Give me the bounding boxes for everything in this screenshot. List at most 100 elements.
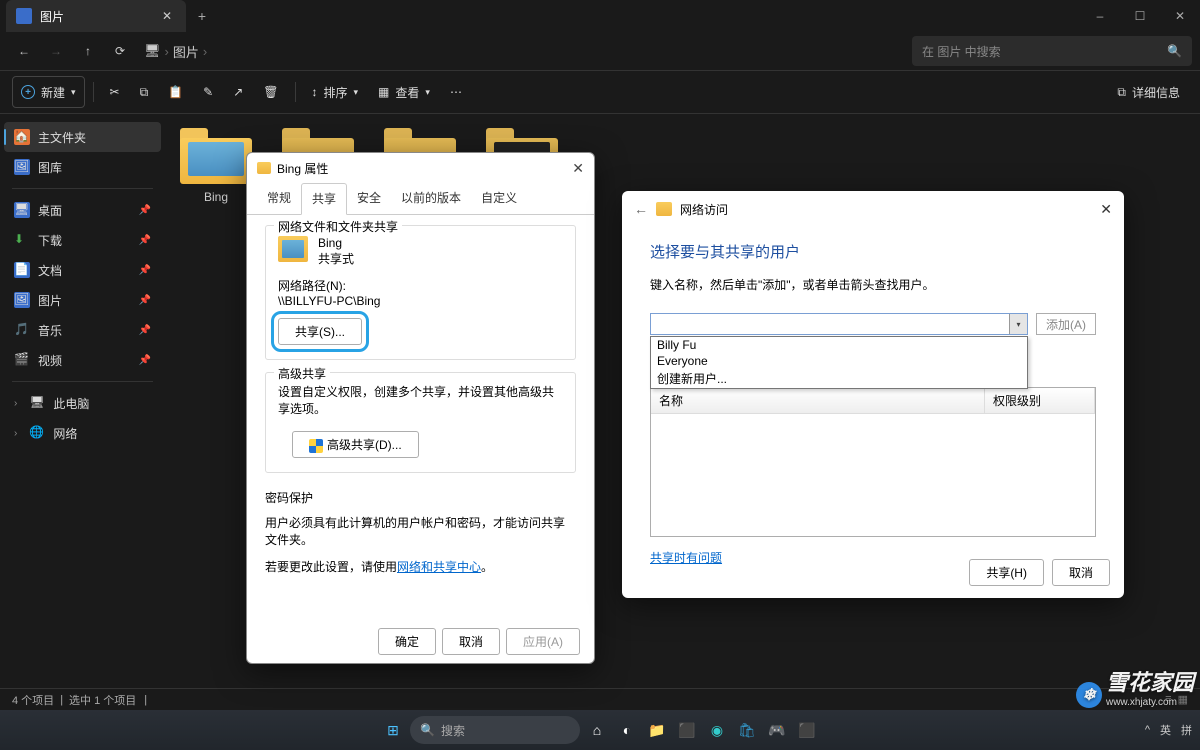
folder-state: 共享式 [318, 250, 354, 267]
cut-button[interactable]: ✂ [102, 76, 128, 108]
cancel-button[interactable]: 取消 [1052, 559, 1110, 586]
dialog-title: Bing 属性 [277, 160, 328, 177]
sort-button[interactable]: ↕排序▾ [304, 76, 367, 108]
path-label: 网络路径(N): [278, 277, 563, 294]
watermark-url: www.xhjaty.com [1106, 697, 1194, 708]
store-button[interactable]: 🛍 [734, 717, 760, 743]
dropdown-option[interactable]: 创建新用户... [651, 369, 1027, 388]
new-tab-button[interactable]: + [186, 8, 218, 24]
delete-button[interactable]: 🗑 [255, 76, 286, 108]
sidebar-label: 主文件夹 [38, 129, 86, 146]
breadcrumb-item[interactable]: 图片 [173, 42, 199, 61]
dialog-title: 网络访问 [680, 201, 728, 218]
dialog-titlebar[interactable]: Bing 属性 ✕ [247, 153, 594, 183]
view-button[interactable]: ▦查看▾ [370, 76, 438, 108]
minimize-button[interactable]: – [1080, 0, 1120, 32]
ime-indicator[interactable]: 拼 [1181, 722, 1192, 738]
start-button[interactable]: ⊞ [380, 717, 406, 743]
help-link[interactable]: 共享时有问题 [650, 551, 722, 565]
status-count: 4 个项目 [12, 692, 54, 708]
tab-previous[interactable]: 以前的版本 [391, 183, 471, 214]
section-text: 设置自定义权限，创建多个共享，并设置其他高级共享选项。 [278, 383, 563, 417]
column-permission[interactable]: 权限级别 [985, 388, 1095, 413]
explorer-button[interactable]: 📁 [644, 717, 670, 743]
sidebar-item-downloads[interactable]: ⬇下载📌 [4, 225, 161, 255]
tab-custom[interactable]: 自定义 [471, 183, 527, 214]
monitor-icon: 🖥 [144, 43, 161, 59]
forward-button[interactable]: → [40, 35, 72, 67]
back-button[interactable]: ← [8, 35, 40, 67]
add-button[interactable]: 添加(A) [1036, 313, 1096, 335]
folder-name: Bing [318, 236, 354, 250]
dropdown-option[interactable]: Everyone [651, 353, 1027, 369]
share-button[interactable]: 共享(S)... [278, 318, 362, 345]
view-icon: ▦ [378, 85, 389, 99]
sidebar-item-music[interactable]: 🎵音乐📌 [4, 315, 161, 345]
sidebar-label: 文档 [38, 262, 62, 279]
dialog-tabs: 常规 共享 安全 以前的版本 自定义 [247, 183, 594, 215]
apply-button[interactable]: 应用(A) [506, 628, 580, 655]
cancel-button[interactable]: 取消 [442, 628, 500, 655]
maximize-button[interactable]: ☐ [1120, 0, 1160, 32]
widgets-button[interactable]: ◐ [614, 717, 640, 743]
up-button[interactable]: ↑ [72, 35, 104, 67]
window-tab[interactable]: 图片 ✕ [6, 0, 186, 32]
system-tray[interactable]: ^ 英 拼 [1145, 722, 1192, 738]
search-input[interactable]: 在 图片 中搜索 🔍 [912, 36, 1192, 66]
ok-button[interactable]: 确定 [378, 628, 436, 655]
tab-share[interactable]: 共享 [301, 183, 347, 215]
folder-icon [257, 162, 271, 174]
user-input[interactable] [651, 314, 1009, 334]
app-button[interactable]: 🎮 [764, 717, 790, 743]
sort-icon: ↕ [312, 85, 318, 99]
more-button[interactable]: ⋯ [442, 76, 470, 108]
taskbar-search[interactable]: 🔍搜索 [410, 716, 580, 744]
task-view-button[interactable]: ⌂ [584, 717, 610, 743]
user-combobox[interactable]: ▾ Billy Fu Everyone 创建新用户... [650, 313, 1028, 335]
sidebar-item-gallery[interactable]: 🖼图库 [4, 152, 161, 182]
dialog-close-button[interactable]: ✕ [572, 160, 584, 177]
close-button[interactable]: ✕ [1160, 0, 1200, 32]
pin-icon: 📌 [139, 205, 151, 216]
properties-dialog: Bing 属性 ✕ 常规 共享 安全 以前的版本 自定义 网络文件和文件夹共享 … [246, 152, 595, 664]
plus-icon: + [21, 85, 35, 99]
copy-button[interactable]: ⧉ [132, 76, 157, 108]
network-center-link[interactable]: 网络和共享中心 [397, 560, 481, 574]
advanced-share-button[interactable]: 高级共享(D)... [292, 431, 419, 458]
gallery-icon: 🖼 [14, 159, 30, 175]
edge-button[interactable]: ◉ [704, 717, 730, 743]
back-icon[interactable]: ← [634, 201, 648, 217]
tab-close-icon[interactable]: ✕ [158, 9, 176, 23]
share-section: 网络文件和文件夹共享 Bing 共享式 网络路径(N): \\BILLYFU-P… [265, 225, 576, 360]
sidebar-item-documents[interactable]: 📄文档📌 [4, 255, 161, 285]
share-confirm-button[interactable]: 共享(H) [969, 559, 1044, 586]
dropdown-arrow-icon[interactable]: ▾ [1009, 314, 1027, 334]
share-button[interactable]: ↗ [225, 76, 251, 108]
dialog-titlebar[interactable]: ← 网络访问 ✕ [622, 191, 1124, 227]
music-icon: 🎵 [14, 322, 30, 338]
paste-button[interactable]: 📋 [160, 76, 191, 108]
dialog-heading: 选择要与其共享的用户 [650, 241, 1096, 262]
sidebar-item-desktop[interactable]: 🖥桌面📌 [4, 195, 161, 225]
ime-indicator[interactable]: 英 [1160, 722, 1171, 738]
sidebar-item-pictures[interactable]: 🖼图片📌 [4, 285, 161, 315]
sidebar-item-videos[interactable]: 🎬视频📌 [4, 345, 161, 375]
new-button[interactable]: +新建▾ [12, 76, 85, 108]
tab-general[interactable]: 常规 [257, 183, 301, 214]
dropdown-option[interactable]: Billy Fu [651, 337, 1027, 353]
refresh-button[interactable]: ⟳ [104, 35, 136, 67]
sidebar-item-home[interactable]: 🏠主文件夹 [4, 122, 161, 152]
sidebar-item-network[interactable]: ›🌐网络 [4, 418, 161, 448]
folder-bing[interactable]: Bing [175, 128, 257, 674]
details-pane-button[interactable]: ⧉详细信息 [1109, 76, 1188, 108]
tab-security[interactable]: 安全 [347, 183, 391, 214]
app-button[interactable]: ⬛ [674, 717, 700, 743]
rename-button[interactable]: ✎ [195, 76, 221, 108]
dialog-close-button[interactable]: ✕ [1100, 201, 1112, 218]
app-button[interactable]: ⬛ [794, 717, 820, 743]
column-name[interactable]: 名称 [651, 388, 985, 413]
breadcrumb[interactable]: 🖥 › 图片 › [142, 42, 209, 61]
chevron-right-icon: › [203, 44, 207, 59]
chevron-up-icon[interactable]: ^ [1145, 724, 1150, 736]
sidebar-item-thispc[interactable]: ›🖥此电脑 [4, 388, 161, 418]
